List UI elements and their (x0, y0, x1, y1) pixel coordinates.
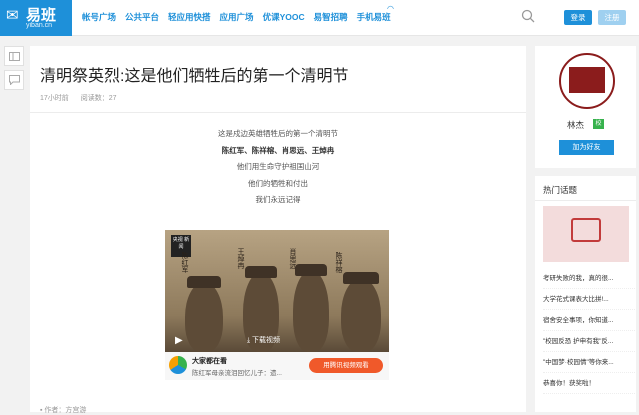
post-time: 17小时前 (40, 95, 69, 102)
main-nav: 帐号广场 公共平台 轻应用快搭 应用广场 优课YOOC 易智招聘 手机易班 (82, 11, 400, 23)
portrait (341, 278, 381, 352)
divider (30, 112, 526, 113)
portrait (293, 270, 329, 352)
logo[interactable]: ✉ 易班 yiban.cn (0, 0, 72, 36)
read-label: 阅读数： (80, 95, 109, 102)
play-icon[interactable]: ▶ (175, 335, 183, 346)
hot-topic-item[interactable]: 大学花式课表大比拼!... (543, 289, 635, 310)
profile-card: 林杰 校 加为好友 (535, 46, 636, 168)
author-line: ▪ 作者：方宫游 (40, 407, 87, 414)
nav-item[interactable]: 手机易班 (357, 11, 391, 23)
tencent-video-icon (169, 356, 187, 374)
promo-bar[interactable]: 大家都在看 陈红军母亲流泪回忆儿子：遗... 用腾讯视频观看 (165, 352, 389, 380)
avatar[interactable] (559, 53, 615, 109)
hot-topic-item[interactable]: 宿舍安全事项，你知道... (543, 310, 635, 331)
hot-topic-item[interactable]: 考研失败的我，真的很... (543, 268, 635, 289)
download-video-button[interactable]: ⤓ 下载视频 (247, 335, 280, 345)
sidebar: 林杰 校 加为好友 热门话题 考研失败的我，真的很... 大学花式课表大比拼!.… (535, 46, 636, 412)
article-panel: 清明祭英烈:这是他们牺牲后的第一个清明节 17小时前 阅读数：27 这是戍边英雄… (30, 46, 526, 414)
monitor-icon (571, 218, 601, 242)
body-line: 他们的牺牲和付出 (248, 178, 308, 188)
body-line: 我们永远记得 (255, 195, 301, 204)
watch-in-app-button[interactable]: 用腾讯视频观看 (309, 358, 383, 373)
body-line: 这是戍边英雄牺牲后的第一个清明节 (218, 129, 338, 138)
portrait (185, 282, 223, 352)
register-button[interactable]: 注册 (598, 10, 626, 25)
portrait-cap (187, 276, 221, 288)
login-button[interactable]: 登录 (564, 10, 592, 25)
comment-icon[interactable] (4, 70, 24, 90)
hot-topic-item[interactable]: 恭喜你！获奖啦！ (543, 373, 635, 394)
article-body: 这是戍边英雄牺牲后的第一个清明节 陈红军、陈祥榕、肖思远、王焯冉 他们用生命守护… (30, 126, 526, 209)
hero-name: 王焯冉 (237, 248, 244, 269)
portrait-cap (343, 272, 379, 284)
hero-name: 陈祥榕 (335, 252, 342, 273)
nav-item[interactable]: 应用广场 (220, 11, 254, 23)
add-friend-button[interactable]: 加为好友 (559, 140, 614, 155)
nav-item[interactable]: 易智招聘 (314, 11, 348, 23)
hot-topic-list: 考研失败的我，真的很... 大学花式课表大比拼!... 宿舍安全事项，你知道..… (543, 268, 635, 394)
hot-topic-image[interactable] (543, 206, 629, 262)
logo-sub: yiban.cn (26, 22, 53, 29)
nav-item[interactable]: 公共平台 (125, 11, 159, 23)
hot-topics: 热门话题 考研失败的我，真的很... 大学花式课表大比拼!... 宿舍安全事项，… (535, 176, 636, 412)
side-tools (4, 46, 26, 94)
hot-topic-item[interactable]: "中国梦·校园情"等你来... (543, 352, 635, 373)
read-value: 27 (108, 95, 117, 102)
search-icon[interactable] (521, 9, 535, 23)
article-title: 清明祭英烈:这是他们牺牲后的第一个清明节 (40, 68, 349, 85)
portrait-cap (295, 264, 327, 276)
divider (535, 200, 636, 201)
portrait-cap (245, 266, 277, 278)
body-line-names: 陈红军、陈祥榕、肖思远、王焯冉 (221, 145, 335, 155)
logo-icon: ✉ (6, 7, 19, 24)
hot-topic-item[interactable]: "校园反恐 护申有我"反... (543, 331, 635, 352)
signal-icon: ◠ (387, 4, 394, 13)
user-name[interactable]: 林杰 (567, 119, 584, 131)
top-bar: ✉ 易班 yiban.cn 帐号广场 公共平台 轻应用快搭 应用广场 优课YOO… (0, 0, 639, 36)
school-emblem-icon (569, 67, 605, 93)
body-line: 他们用生命守护祖国山河 (236, 162, 320, 171)
promo-subtitle: 陈红军母亲流泪回忆儿子：遗... (192, 370, 282, 377)
hero-name: 陈红军 (181, 252, 188, 273)
article-meta: 17小时前 阅读数：27 (40, 93, 127, 103)
nav-item[interactable]: 帐号广场 (82, 11, 116, 23)
read-count: 阅读数：27 (81, 95, 117, 102)
promo-title: 大家都在看 (192, 358, 227, 365)
video-player[interactable]: 央视 新闻 陈红军 王焯冉 肖思远 陈祥榕 ▶ ⤓ 下载视频 大家都在看 陈红军… (165, 230, 389, 380)
hot-topics-title: 热门话题 (543, 185, 578, 195)
school-badge: 校 (593, 119, 604, 129)
nav-item[interactable]: 轻应用快搭 (168, 11, 211, 23)
nav-item[interactable]: 优课YOOC (263, 11, 305, 23)
layout-icon[interactable] (4, 46, 24, 66)
